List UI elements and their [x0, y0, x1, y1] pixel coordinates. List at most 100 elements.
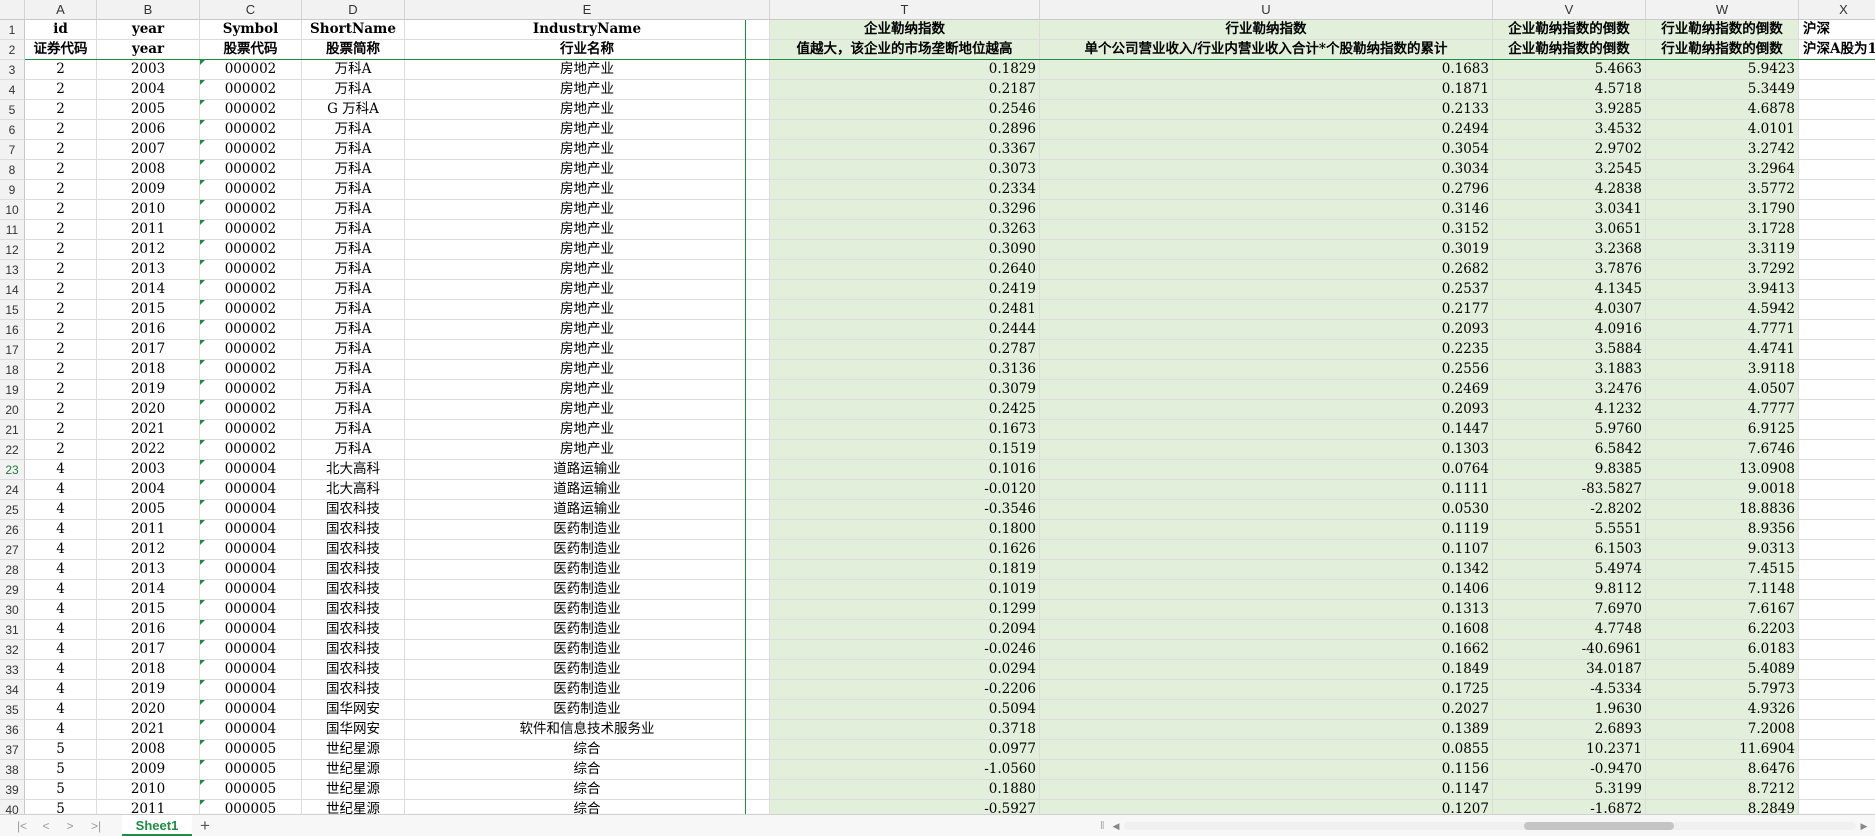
col-symbol-cell[interactable]: 000002 — [200, 360, 302, 380]
col-firm-lerner-cell[interactable]: 0.1880 — [770, 780, 1040, 800]
col-industry-lerner-inv-cell[interactable]: 4.9326 — [1646, 700, 1799, 720]
col-firm-lerner-cell[interactable]: 0.2094 — [770, 620, 1040, 640]
col-industry-cell[interactable]: 道路运输业 — [405, 460, 770, 480]
col-firm-lerner-inv-cell[interactable]: 4.1232 — [1493, 400, 1646, 420]
col-shortname-cell[interactable]: 世纪星源 — [302, 780, 405, 800]
col-symbol-cell[interactable]: 000002 — [200, 160, 302, 180]
col-shortname-cell[interactable]: 国农科技 — [302, 620, 405, 640]
col-market-cell[interactable]: 1 — [1799, 380, 1875, 400]
col-year-cell[interactable]: 2021 — [97, 420, 200, 440]
col-symbol-cell[interactable]: 股票代码 — [200, 40, 302, 60]
col-id-cell[interactable]: 2 — [25, 320, 97, 340]
select-all-corner[interactable] — [0, 0, 25, 20]
col-shortname-cell[interactable]: 万科A — [302, 60, 405, 80]
col-shortname-cell[interactable]: 万科A — [302, 420, 405, 440]
col-symbol-cell[interactable]: 000002 — [200, 260, 302, 280]
col-market-cell[interactable]: 1 — [1799, 220, 1875, 240]
col-industry-cell[interactable]: IndustryName — [405, 20, 770, 40]
col-id-cell[interactable]: 4 — [25, 680, 97, 700]
col-firm-lerner-cell[interactable]: 0.2640 — [770, 260, 1040, 280]
col-market-cell[interactable]: 1 — [1799, 560, 1875, 580]
col-shortname-cell[interactable]: 国农科技 — [302, 520, 405, 540]
col-year-cell[interactable]: 2009 — [97, 760, 200, 780]
col-market-cell[interactable]: 1 — [1799, 340, 1875, 360]
col-industry-lerner-inv-cell[interactable]: 5.3449 — [1646, 80, 1799, 100]
col-firm-lerner-inv-cell[interactable]: 5.5551 — [1493, 520, 1646, 540]
col-market-cell[interactable]: 1 — [1799, 80, 1875, 100]
row-header[interactable]: 18 — [0, 360, 25, 380]
col-firm-lerner-inv-cell[interactable]: 3.7876 — [1493, 260, 1646, 280]
col-year-cell[interactable]: year — [97, 40, 200, 60]
col-firm-lerner-cell[interactable]: 0.2546 — [770, 100, 1040, 120]
row-header[interactable]: 36 — [0, 720, 25, 740]
col-industry-lerner-inv-cell[interactable]: 4.0507 — [1646, 380, 1799, 400]
col-shortname-cell[interactable]: 北大高科 — [302, 460, 405, 480]
col-symbol-cell[interactable]: 000005 — [200, 780, 302, 800]
col-industry-lerner-inv-cell[interactable]: 5.4089 — [1646, 660, 1799, 680]
col-market-cell[interactable]: 1 — [1799, 360, 1875, 380]
col-shortname-cell[interactable]: 股票简称 — [302, 40, 405, 60]
row-header[interactable]: 33 — [0, 660, 25, 680]
col-industry-lerner-inv-cell[interactable]: 3.1790 — [1646, 200, 1799, 220]
col-firm-lerner-inv-cell[interactable]: 3.0651 — [1493, 220, 1646, 240]
col-id-cell[interactable]: 2 — [25, 280, 97, 300]
col-shortname-cell[interactable]: 国农科技 — [302, 580, 405, 600]
col-industry-lerner-inv-cell[interactable]: 4.7777 — [1646, 400, 1799, 420]
col-market-cell[interactable]: 沪深A股为1 — [1799, 40, 1875, 60]
col-industry-lerner-cell[interactable]: 0.3054 — [1040, 140, 1493, 160]
col-id-cell[interactable]: 2 — [25, 100, 97, 120]
col-shortname-cell[interactable]: 万科A — [302, 400, 405, 420]
row-header[interactable]: 4 — [0, 80, 25, 100]
scroll-left-icon[interactable]: ◀ — [1110, 819, 1122, 833]
col-market-cell[interactable]: 1 — [1799, 640, 1875, 660]
col-symbol-cell[interactable]: 000002 — [200, 320, 302, 340]
col-firm-lerner-cell[interactable]: 0.3718 — [770, 720, 1040, 740]
col-market-cell[interactable]: 1 — [1799, 760, 1875, 780]
col-firm-lerner-inv-cell[interactable]: -0.9470 — [1493, 760, 1646, 780]
col-shortname-cell[interactable]: 万科A — [302, 340, 405, 360]
col-firm-lerner-inv-cell[interactable]: 2.9702 — [1493, 140, 1646, 160]
col-shortname-cell[interactable]: 万科A — [302, 320, 405, 340]
col-industry-lerner-inv-cell[interactable]: 行业勒纳指数的倒数 — [1646, 20, 1799, 40]
col-firm-lerner-inv-cell[interactable]: 5.9760 — [1493, 420, 1646, 440]
col-firm-lerner-cell[interactable]: 0.1819 — [770, 560, 1040, 580]
col-industry-cell[interactable]: 道路运输业 — [405, 480, 770, 500]
row-header[interactable]: 30 — [0, 600, 25, 620]
col-symbol-cell[interactable]: 000005 — [200, 800, 302, 814]
row-header[interactable]: 21 — [0, 420, 25, 440]
col-shortname-cell[interactable]: 万科A — [302, 260, 405, 280]
col-firm-lerner-cell[interactable]: 0.1800 — [770, 520, 1040, 540]
col-shortname-cell[interactable]: 万科A — [302, 180, 405, 200]
col-year-cell[interactable]: 2009 — [97, 180, 200, 200]
col-market-cell[interactable]: 1 — [1799, 240, 1875, 260]
col-id-cell[interactable]: 4 — [25, 660, 97, 680]
col-market-cell[interactable]: 1 — [1799, 120, 1875, 140]
col-id-cell[interactable]: 4 — [25, 600, 97, 620]
col-id-cell[interactable]: id — [25, 20, 97, 40]
col-id-cell[interactable]: 证券代码 — [25, 40, 97, 60]
col-symbol-cell[interactable]: 000002 — [200, 220, 302, 240]
col-year-cell[interactable]: 2011 — [97, 220, 200, 240]
col-id-cell[interactable]: 4 — [25, 700, 97, 720]
col-industry-cell[interactable]: 房地产业 — [405, 200, 770, 220]
col-industry-lerner-inv-cell[interactable]: 3.1728 — [1646, 220, 1799, 240]
prev-sheet-icon[interactable]: < — [38, 818, 54, 834]
col-firm-lerner-cell[interactable]: -0.0120 — [770, 480, 1040, 500]
row-header[interactable]: 29 — [0, 580, 25, 600]
col-market-cell[interactable]: 1 — [1799, 720, 1875, 740]
col-industry-lerner-cell[interactable]: 0.2235 — [1040, 340, 1493, 360]
row-header[interactable]: 28 — [0, 560, 25, 580]
col-symbol-cell[interactable]: Symbol — [200, 20, 302, 40]
col-industry-lerner-cell[interactable]: 0.1303 — [1040, 440, 1493, 460]
col-firm-lerner-inv-cell[interactable]: 企业勒纳指数的倒数 — [1493, 40, 1646, 60]
col-market-cell[interactable]: 1 — [1799, 400, 1875, 420]
col-industry-lerner-cell[interactable]: 0.1147 — [1040, 780, 1493, 800]
col-id-cell[interactable]: 2 — [25, 420, 97, 440]
col-symbol-cell[interactable]: 000002 — [200, 340, 302, 360]
col-industry-lerner-inv-cell[interactable]: 4.0101 — [1646, 120, 1799, 140]
col-industry-cell[interactable]: 行业名称 — [405, 40, 770, 60]
col-market-cell[interactable]: 1 — [1799, 500, 1875, 520]
col-symbol-cell[interactable]: 000002 — [200, 240, 302, 260]
col-symbol-cell[interactable]: 000004 — [200, 520, 302, 540]
col-industry-cell[interactable]: 房地产业 — [405, 440, 770, 460]
